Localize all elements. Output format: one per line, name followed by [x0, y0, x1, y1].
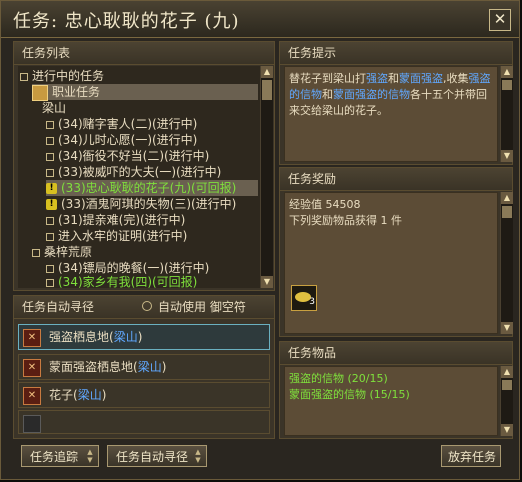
quest-list-header: 任务列表: [14, 42, 274, 65]
scroll-down-icon[interactable]: ▼: [261, 276, 273, 288]
place-link[interactable]: 梁山: [114, 330, 138, 344]
quest-item[interactable]: (34)赌字害人(二)(进行中): [46, 116, 197, 132]
scroll-icon: [32, 84, 48, 101]
square-icon: [46, 264, 54, 273]
hint-fragment: 替花子到梁山打: [289, 72, 366, 85]
path-row[interactable]: ✕ 强盗栖息地(梁山): [18, 324, 270, 350]
square-icon: [46, 136, 54, 145]
square-icon: [46, 232, 54, 241]
path-row-empty[interactable]: [18, 410, 270, 434]
auto-path-button[interactable]: 任务自动寻径 ▲ ▼: [107, 445, 207, 467]
auto-use-checkbox[interactable]: [142, 301, 152, 311]
tree-root[interactable]: 进行中的任务: [20, 68, 104, 84]
square-icon: [46, 278, 54, 287]
empty-slot-icon: [23, 415, 41, 433]
square-icon: [46, 216, 54, 225]
items-box: 强盗的信物 (20/15) 蒙面强盗的信物 (15/15): [284, 366, 498, 436]
updown-arrow-icon: ▲ ▼: [195, 448, 201, 464]
reward-header: 任务奖励: [280, 168, 512, 191]
quest-item-selected[interactable]: ! (33)忠心耿耿的花子(九)(可回报): [46, 180, 258, 196]
crossed-swords-icon: ✕: [23, 359, 41, 377]
scroll-thumb[interactable]: [502, 206, 512, 218]
exp-value: 54508: [325, 198, 361, 211]
exp-label: 经验值: [289, 198, 322, 211]
square-icon: [46, 120, 54, 129]
window-title: 任务: 忠心耿耿的花子 (九): [13, 11, 240, 32]
close-button[interactable]: ✕: [489, 9, 511, 31]
crossed-swords-icon: ✕: [23, 329, 41, 347]
scroll-thumb[interactable]: [502, 80, 512, 90]
hint-box: 替花子到梁山打强盗和蒙面强盗,收集强盗的信物和蒙面强盗的信物各十五个并带回来交给…: [284, 66, 498, 162]
reward-panel: 任务奖励 经验值 54508 下列奖励物品获得 1 件 3 ▲ ▼: [279, 167, 513, 337]
hint-keyword: 强盗: [366, 72, 388, 85]
scroll-down-icon[interactable]: ▼: [501, 322, 513, 334]
hint-fragment: 和: [322, 88, 333, 101]
abandon-button[interactable]: 放弃任务: [441, 445, 501, 467]
updown-arrow-icon: ▲ ▼: [87, 448, 93, 464]
quest-item[interactable]: (34)儿时心愿(一)(进行中): [46, 132, 197, 148]
scroll-down-icon[interactable]: ▼: [501, 424, 513, 436]
reward-box: 经验值 54508 下列奖励物品获得 1 件 3: [284, 192, 498, 334]
needed-item: 蒙面强盗的信物 (15/15): [289, 388, 410, 401]
quest-tree: 进行中的任务 职业任务 梁山 (34)赌字害人(二)(进行中) (34)儿时心愿…: [18, 66, 262, 288]
title-bar[interactable]: 任务: 忠心耿耿的花子 (九) ✕: [1, 1, 519, 38]
collapse-icon[interactable]: [32, 248, 40, 257]
path-row[interactable]: ✕ 蒙面强盗栖息地(梁山): [18, 354, 270, 380]
scroll-up-icon[interactable]: ▲: [261, 66, 273, 78]
hint-fragment: ,收集: [443, 72, 469, 85]
exclamation-icon: !: [46, 183, 57, 194]
item-count: 3: [309, 297, 315, 307]
hint-panel: 任务提示 替花子到梁山打强盗和蒙面强盗,收集强盗的信物和蒙面强盗的信物各十五个并…: [279, 41, 513, 165]
scroll-up-icon[interactable]: ▲: [501, 366, 513, 378]
hint-scrollbar[interactable]: ▲ ▼: [500, 66, 513, 162]
auto-path-header: 任务自动寻径 自动使用 御空符: [14, 296, 274, 319]
path-row[interactable]: ✕ 花子(梁山): [18, 382, 270, 408]
track-button[interactable]: 任务追踪 ▲ ▼: [21, 445, 99, 467]
square-icon: [46, 152, 54, 161]
quest-item[interactable]: (33)被威吓的大夫(一)(进行中): [46, 164, 221, 180]
reward-item-slot[interactable]: 3: [291, 285, 317, 311]
hint-keyword: 蒙面强盗的信物: [333, 88, 410, 101]
collapse-icon[interactable]: [20, 72, 28, 81]
scroll-up-icon[interactable]: ▲: [501, 66, 513, 78]
quest-item[interactable]: 进入水牢的证明(进行中): [46, 228, 187, 244]
hint-text: 替花子到梁山打强盗和蒙面强盗,收集强盗的信物和蒙面强盗的信物各十五个并带回来交给…: [289, 72, 491, 117]
items-header: 任务物品: [280, 342, 512, 365]
quest-list-scrollbar[interactable]: ▲ ▼: [260, 66, 273, 288]
needed-item: 强盗的信物 (20/15): [289, 372, 388, 385]
scroll-down-icon[interactable]: ▼: [501, 150, 513, 162]
crossed-swords-icon: ✕: [23, 387, 41, 405]
scroll-thumb[interactable]: [502, 380, 512, 390]
items-scrollbar[interactable]: ▲ ▼: [500, 366, 513, 436]
tree-category-region[interactable]: 桑梓荒原: [32, 244, 92, 260]
quest-window: 任务: 忠心耿耿的花子 (九) ✕ 任务列表 进行中的任务 职业任务 梁山 (3…: [0, 0, 520, 480]
scroll-thumb[interactable]: [262, 80, 272, 100]
items-panel: 任务物品 强盗的信物 (20/15) 蒙面强盗的信物 (15/15) ▲ ▼: [279, 341, 513, 439]
tree-subcategory[interactable]: 梁山: [42, 100, 66, 116]
quest-item[interactable]: (31)提亲难(完)(进行中): [46, 212, 185, 228]
tree-category-job[interactable]: 职业任务: [32, 84, 258, 101]
place-link[interactable]: 梁山: [78, 388, 102, 402]
reward-items-line: 下列奖励物品获得 1 件: [289, 214, 402, 227]
hint-keyword: 蒙面强盗: [399, 72, 443, 85]
tree-root-label: 进行中的任务: [32, 69, 105, 83]
auto-use-label: 自动使用 御空符: [158, 300, 246, 314]
exclamation-icon: !: [46, 199, 57, 210]
quest-list-panel: 任务列表 进行中的任务 职业任务 梁山 (34)赌字害人(二)(进行中) (34…: [13, 41, 275, 291]
auto-path-panel: 任务自动寻径 自动使用 御空符 ✕ 强盗栖息地(梁山) ✕ 蒙面强盗栖息地(梁山…: [13, 295, 275, 439]
scroll-up-icon[interactable]: ▲: [501, 192, 513, 204]
quest-item[interactable]: ! (33)酒鬼阿琪的失物(三)(进行中): [46, 196, 236, 212]
category-label: 职业任务: [52, 85, 101, 99]
hint-header: 任务提示: [280, 42, 512, 65]
subcategory-label: 梁山: [42, 101, 67, 115]
quest-item[interactable]: (34)衙役不好当(二)(进行中): [46, 148, 209, 164]
quest-item[interactable]: (34)家乡有我(四)(可回报): [46, 274, 197, 288]
square-icon: [46, 168, 54, 177]
place-link[interactable]: 梁山: [138, 360, 162, 374]
hint-fragment: 和: [388, 72, 399, 85]
reward-scrollbar[interactable]: ▲ ▼: [500, 192, 513, 334]
